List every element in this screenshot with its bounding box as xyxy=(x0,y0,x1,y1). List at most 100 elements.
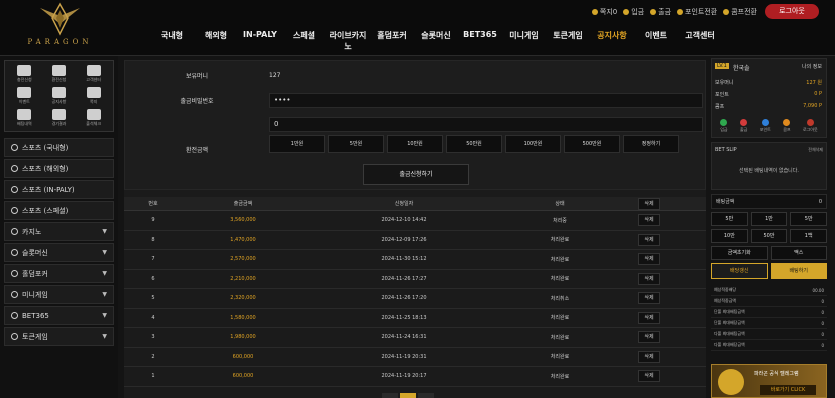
logo[interactable]: PARAGON xyxy=(10,2,110,54)
delete-all-button[interactable]: 삭제 xyxy=(638,197,660,210)
nav-item[interactable]: 고객센터 xyxy=(678,30,722,52)
side-menu-item[interactable]: 토큰게임 ▼ xyxy=(4,327,114,346)
cell-no: 4 xyxy=(151,314,155,321)
user-action-button[interactable]: 입금 xyxy=(720,119,728,133)
side-menu-item[interactable]: 스포츠 (IN-PALY) xyxy=(4,180,114,199)
user-action-button[interactable]: 포인트 xyxy=(760,119,771,133)
nav-item[interactable]: 공지사항 xyxy=(590,30,634,52)
quick-menu-item[interactable]: 고객센터 xyxy=(78,65,109,83)
top-link-point-convert[interactable]: 포인트전환 xyxy=(677,7,717,17)
bet-chip-button[interactable]: 50만 xyxy=(750,229,788,243)
amount-button[interactable]: 100만원 xyxy=(505,135,561,153)
withdraw-password-input[interactable]: •••• xyxy=(269,93,703,108)
top-link-deposit[interactable]: 입금 xyxy=(623,7,644,17)
cell-delete: 삭제 xyxy=(616,331,682,344)
user-action-button[interactable]: 출금 xyxy=(740,119,747,133)
side-menu-item[interactable]: 카지노 ▼ xyxy=(4,222,114,241)
amount-button[interactable]: 1만원 xyxy=(269,135,325,153)
withdraw-amount-input[interactable]: 0 xyxy=(269,117,703,132)
bet-amount-field[interactable]: 배팅금액 0 xyxy=(711,194,827,209)
nav-item[interactable]: 슬롯머신 xyxy=(414,30,458,52)
cell-delete: 삭제 xyxy=(616,350,682,363)
user-action-button[interactable]: 콤프 xyxy=(783,119,791,133)
page-prev[interactable] xyxy=(382,393,398,398)
nav-item[interactable]: BET365 xyxy=(458,30,502,52)
place-bet-button[interactable]: 배팅하기 xyxy=(770,263,827,279)
banner-button[interactable]: 바로가기 CLICK xyxy=(760,385,816,395)
quick-menu-item[interactable]: 충전신청 xyxy=(9,65,40,83)
nav-item[interactable]: 토큰게임 xyxy=(546,30,590,52)
user-action-button[interactable]: 로그아웃 xyxy=(803,119,818,133)
side-menu-item[interactable]: 스포츠 (국내형) xyxy=(4,138,114,157)
bet-chip-button[interactable]: 맥스 xyxy=(770,246,827,260)
delete-button[interactable]: 삭제 xyxy=(638,370,660,383)
nav-item[interactable]: 스페셜 xyxy=(282,30,326,52)
delete-button[interactable]: 삭제 xyxy=(638,253,660,266)
betslip-delete-all[interactable]: 전체삭제 xyxy=(808,147,823,153)
cell-date: 2024-11-26 17:20 xyxy=(381,295,427,302)
bet-chip-button[interactable]: 금액초기화 xyxy=(711,246,768,260)
side-menu-item[interactable]: 미니게임 ▼ xyxy=(4,285,114,304)
amount-button[interactable]: 50만원 xyxy=(446,135,502,153)
quick-menu-item[interactable]: 배팅내역 xyxy=(9,109,40,127)
top-link-comp-convert[interactable]: 콤프전환 xyxy=(723,7,757,17)
quick-menu-item[interactable]: 이벤트 xyxy=(9,87,40,105)
amount-button[interactable]: 10만원 xyxy=(387,135,443,153)
bet-chip-button[interactable]: 10만 xyxy=(711,229,748,243)
side-menu-item[interactable]: BET365 ▼ xyxy=(4,306,114,325)
side-menu-item[interactable]: 스포츠 (스페셜) xyxy=(4,201,114,220)
top-link-message[interactable]: 쪽지0 xyxy=(591,7,617,17)
nav-item[interactable]: 라이브카지노 xyxy=(326,30,370,52)
my-info-link[interactable]: 나의 정보 xyxy=(802,63,822,70)
amount-button[interactable]: 정정하기 xyxy=(623,135,679,153)
telegram-banner[interactable]: 파라곤 공식 텔레그램 바로가기 CLICK xyxy=(711,364,827,398)
nav-item[interactable]: 이벤트 xyxy=(634,30,678,52)
cell-amount: 2,570,000 xyxy=(230,256,256,263)
nav-item[interactable]: 미니게임 xyxy=(502,30,546,52)
quick-menu-item[interactable]: 쪽지 xyxy=(78,87,109,105)
page-next[interactable] xyxy=(418,393,434,398)
nav-item[interactable]: 해외형 xyxy=(194,30,238,52)
bet-stat-row: 예상적중배당 00.00 xyxy=(711,285,827,296)
nav-item[interactable]: IN-PALY xyxy=(238,30,282,52)
bet-chip-button[interactable]: 1만 xyxy=(750,212,788,226)
col-date: 신청일자 xyxy=(394,201,414,207)
menu-item-label: 스포츠 (IN-PALY) xyxy=(22,185,75,194)
delete-button[interactable]: 삭제 xyxy=(638,292,660,305)
delete-button[interactable]: 삭제 xyxy=(638,350,660,363)
chevron-down-icon: ▼ xyxy=(102,312,107,319)
delete-button[interactable]: 삭제 xyxy=(638,331,660,344)
amount-button[interactable]: 5만원 xyxy=(328,135,384,153)
menu-item-label: 스포츠 (스페셜) xyxy=(22,206,69,215)
side-menu-item[interactable]: 홀덤포커 ▼ xyxy=(4,264,114,283)
menu-item-label: BET365 xyxy=(22,311,49,320)
bet-chip-button[interactable]: 5만 xyxy=(711,212,748,226)
bet-chip-button[interactable]: 5만 xyxy=(790,212,827,226)
quick-menu-item[interactable]: 공지사항 xyxy=(44,87,75,105)
logout-button[interactable]: 로그아웃 xyxy=(765,4,819,19)
user-action-icon xyxy=(740,119,748,126)
cell-delete: 삭제 xyxy=(616,253,682,266)
quick-menu-item[interactable]: 경기결과 xyxy=(44,109,75,127)
quick-menu-item[interactable]: 출석체크 xyxy=(78,109,109,127)
col-no: 번호 xyxy=(148,201,158,207)
side-menu-item[interactable]: 스포츠 (해외형) xyxy=(4,159,114,178)
cell-no: 6 xyxy=(151,275,155,282)
cell-no: 1 xyxy=(151,373,155,380)
refresh-odds-button[interactable]: 배당갱신 xyxy=(711,263,768,279)
quick-menu-item[interactable]: 환전신청 xyxy=(44,65,75,83)
cell-date: 2024-11-26 17:27 xyxy=(381,275,427,282)
nav-item[interactable]: 홀덤포커 xyxy=(370,30,414,52)
cell-no: 7 xyxy=(151,256,155,263)
top-link-withdraw[interactable]: 출금 xyxy=(650,7,671,17)
withdraw-submit-button[interactable]: 출금신청하기 xyxy=(363,164,469,185)
bet-chip-button[interactable]: 1백 xyxy=(790,229,827,243)
amount-button[interactable]: 500만원 xyxy=(564,135,620,153)
delete-button[interactable]: 삭제 xyxy=(638,311,660,324)
nav-item[interactable]: 국내형 xyxy=(150,30,194,52)
delete-button[interactable]: 삭제 xyxy=(638,272,660,285)
side-menu-item[interactable]: 슬롯머신 ▼ xyxy=(4,243,114,262)
delete-button[interactable]: 삭제 xyxy=(638,214,660,227)
delete-button[interactable]: 삭제 xyxy=(638,233,660,246)
page-current[interactable] xyxy=(400,393,416,398)
